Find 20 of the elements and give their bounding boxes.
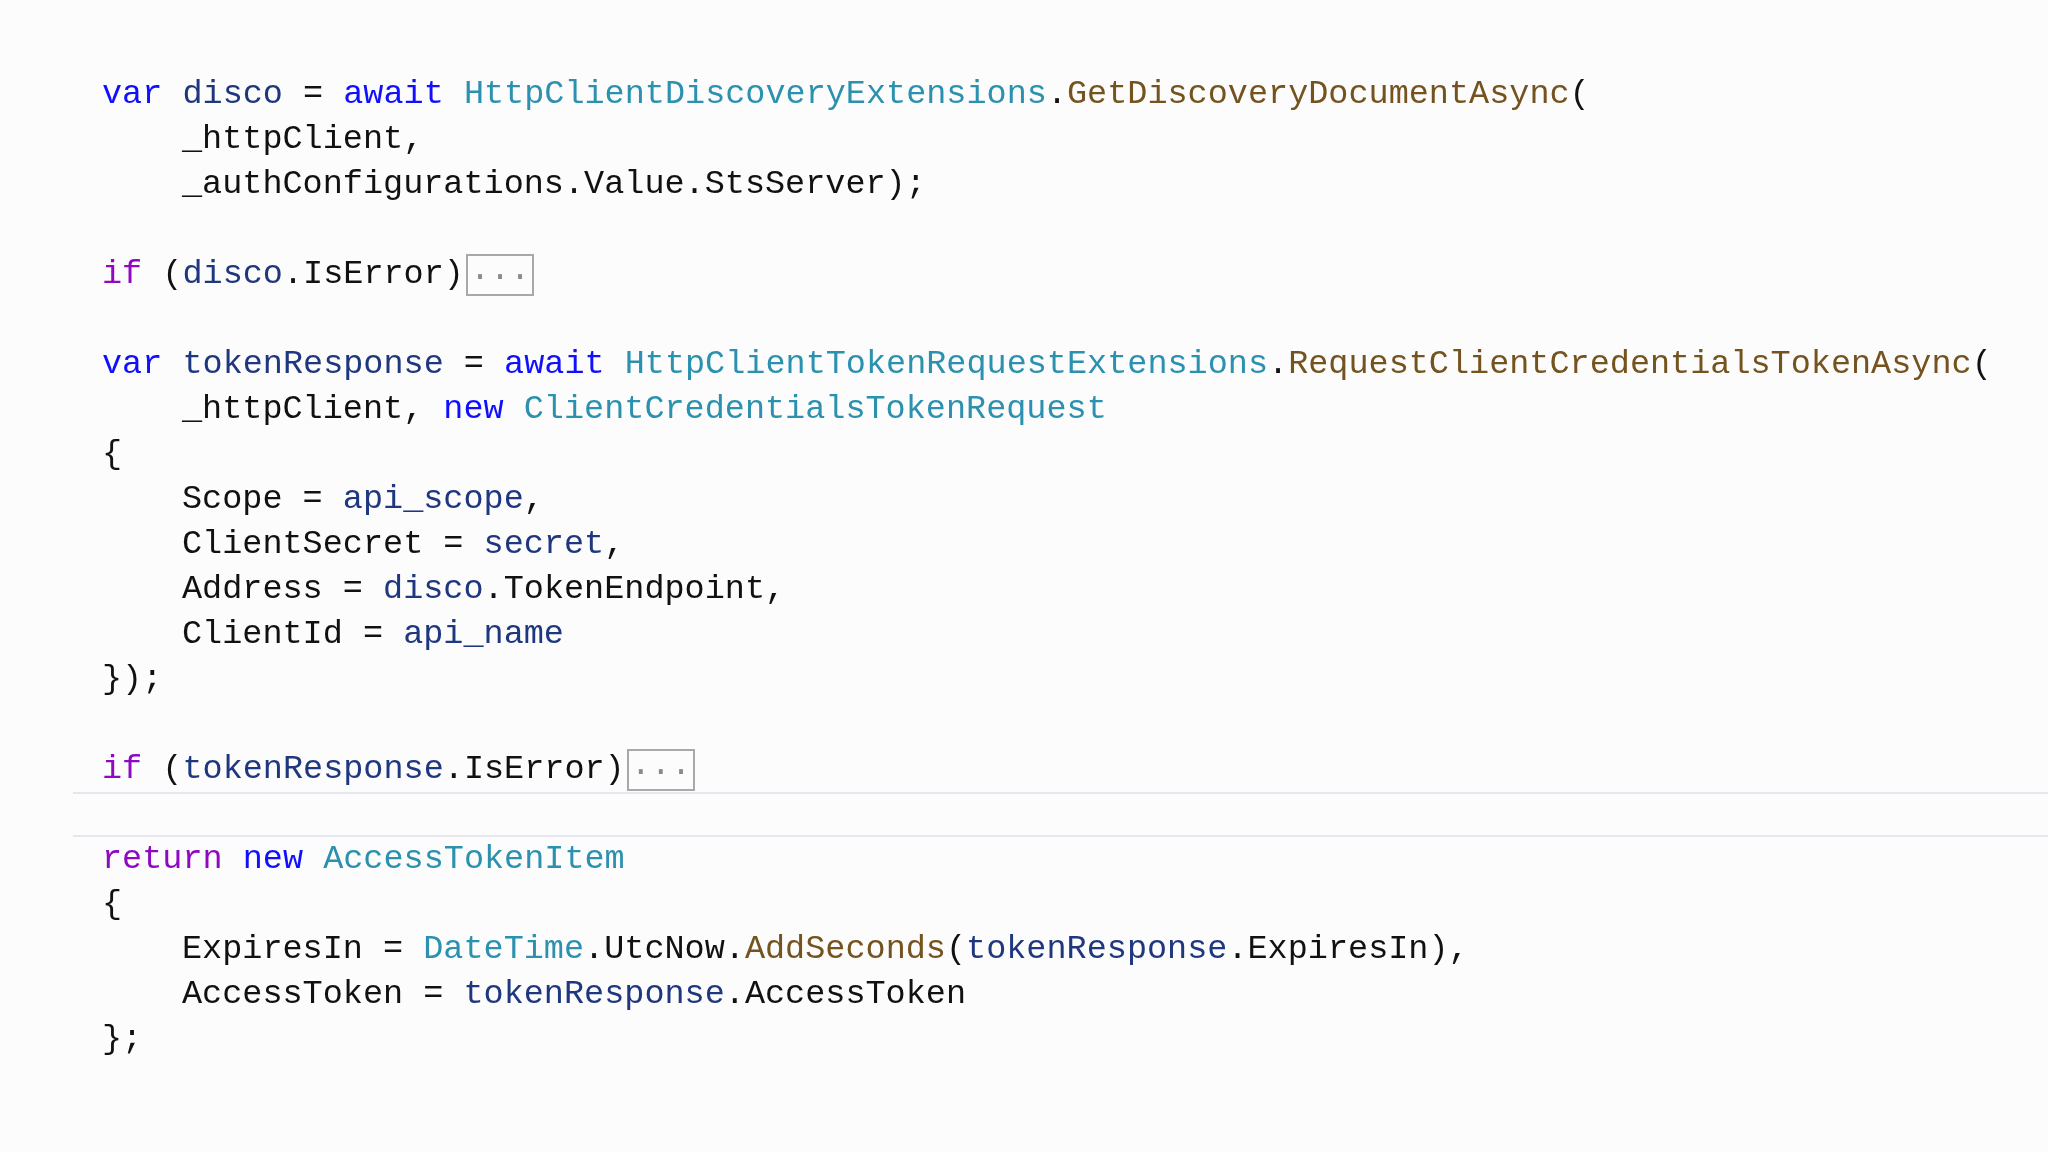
code-line: if (disco.IsError) xyxy=(102,254,464,296)
collapsed-code-button[interactable]: ... xyxy=(465,253,535,296)
code-line: _httpClient, new ClientCredentialsTokenRequest xyxy=(182,389,1107,431)
collapsed-code-button[interactable]: ... xyxy=(626,748,696,791)
code-line: Scope = api_scope, xyxy=(182,479,544,521)
code-line: return new AccessTokenItem xyxy=(102,839,625,881)
code-line: var disco = await HttpClientDiscoveryExtensions.GetDiscoveryDocumentAsync( xyxy=(102,74,1590,116)
code-line: ClientSecret = secret, xyxy=(182,524,625,566)
code-line: _httpClient, xyxy=(182,119,424,161)
code-line: var tokenResponse = await HttpClientTokenRequestExtensions.RequestClientCredentialsTokenAsync( xyxy=(102,344,1992,386)
code-line: { xyxy=(102,434,123,476)
code-line: if (tokenResponse.IsError) xyxy=(102,749,625,791)
code-line: ClientId = api_name xyxy=(182,614,564,656)
code-line: _authConfigurations.Value.StsServer); xyxy=(182,164,926,206)
code-line: Address = disco.TokenEndpoint, xyxy=(182,569,786,611)
code-line: }); xyxy=(102,659,163,701)
code-line: AccessToken = tokenResponse.AccessToken xyxy=(182,974,967,1016)
code-line: }; xyxy=(102,1019,143,1061)
code-line: { xyxy=(102,884,123,926)
code-line: ExpiresIn = DateTime.UtcNow.AddSeconds(tokenResponse.ExpiresIn), xyxy=(182,929,1469,971)
